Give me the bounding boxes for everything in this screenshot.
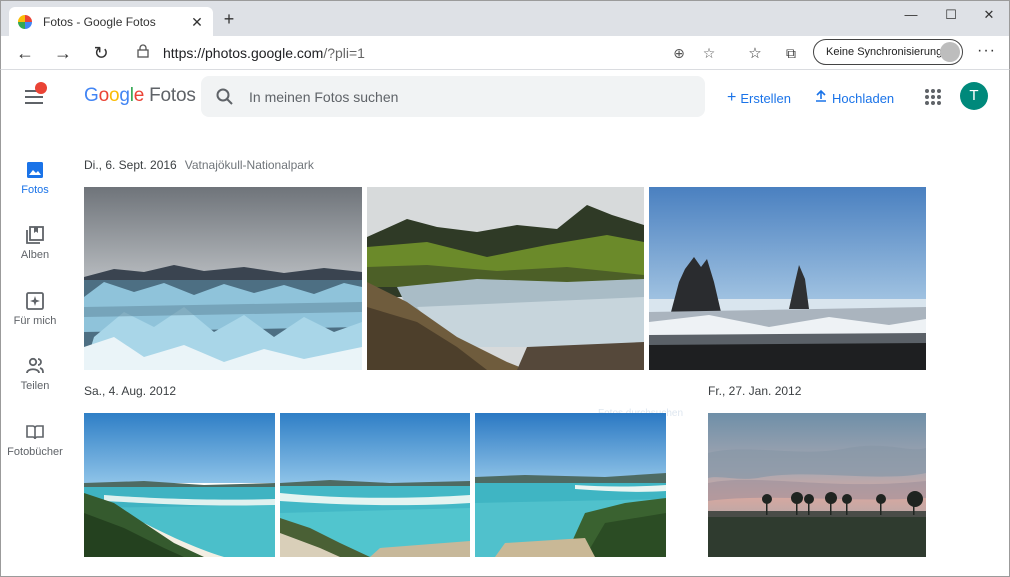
browser-tab[interactable]: Fotos - Google Fotos ✕: [9, 7, 213, 37]
plus-icon: +: [727, 89, 737, 106]
user-avatar[interactable]: T: [960, 82, 988, 110]
add-page-icon[interactable]: ⊕: [669, 43, 689, 63]
photobook-icon: [25, 422, 45, 442]
sidebar-item-label: Für mich: [13, 315, 57, 327]
search-input[interactable]: In meinen Fotos suchen: [249, 89, 398, 105]
browser-toolbar: ← → ↻ https://photos.google.com/?pli=1 ⊕…: [0, 36, 1010, 70]
browser-tab-bar: Fotos - Google Fotos ✕ + — ☐ ✕: [0, 0, 1010, 37]
date-header: Sa., 4. Aug. 2012: [84, 384, 176, 398]
upload-label: Hochladen: [832, 91, 895, 106]
logo-letter: g: [119, 85, 130, 106]
google-apps-icon[interactable]: [925, 89, 941, 105]
photo-sea-stacks[interactable]: [649, 187, 926, 370]
logo-letter: e: [133, 85, 145, 106]
sidebar-item-fotos[interactable]: Fotos: [0, 160, 70, 196]
logo-letter: G: [84, 85, 99, 106]
logo-product: Fotos: [149, 85, 196, 106]
sidebar-item-label: Fotobücher: [7, 446, 63, 458]
profile-avatar: [940, 42, 960, 62]
tab-close-icon[interactable]: ✕: [189, 14, 205, 31]
sharing-icon: [25, 356, 45, 376]
date-header: Fr., 27. Jan. 2012: [708, 384, 801, 398]
photo-icon: [25, 160, 45, 180]
photo-glacier-lagoon[interactable]: [84, 187, 362, 370]
search-box[interactable]: In meinen Fotos suchen: [201, 76, 705, 117]
logo-letter: o: [98, 85, 110, 106]
sidebar-item-label: Fotos: [21, 184, 49, 196]
upload-button[interactable]: Hochladen: [814, 89, 894, 108]
sync-label: Keine Synchronisierung: [826, 46, 943, 58]
sidebar-item-fuer-mich[interactable]: Für mich: [0, 291, 70, 327]
location-label[interactable]: Vatnajökull-Nationalpark: [185, 158, 314, 172]
back-icon[interactable]: ←: [13, 41, 37, 65]
window-close-icon[interactable]: ✕: [969, 5, 1009, 25]
address-bar[interactable]: https://photos.google.com/?pli=1 ⊕ ☆: [129, 39, 729, 67]
lock-icon: [137, 43, 153, 63]
for-you-icon: [25, 291, 45, 311]
url-text: https://photos.google.com/?pli=1: [163, 45, 669, 61]
upload-icon: [814, 89, 828, 108]
app-header: Google Fotos In meinen Fotos suchen + Erst…: [0, 70, 1010, 128]
tab-title: Fotos - Google Fotos: [43, 15, 156, 29]
forward-icon[interactable]: →: [51, 41, 75, 65]
date-label: Fr., 27. Jan. 2012: [708, 384, 802, 398]
album-icon: [25, 225, 45, 245]
photo-beach-2[interactable]: [280, 413, 470, 557]
photo-beach-3[interactable]: [475, 413, 666, 557]
sidebar-item-fotobuecher[interactable]: Fotobücher: [0, 422, 70, 458]
more-options-icon[interactable]: ···: [977, 42, 996, 60]
new-tab-icon[interactable]: +: [219, 9, 239, 29]
url-host: https://photos.google.com: [163, 45, 324, 61]
notification-dot: [35, 82, 47, 94]
favorite-star-icon[interactable]: ☆: [699, 43, 719, 63]
url-path: /?pli=1: [323, 45, 365, 61]
create-button[interactable]: + Erstellen: [727, 89, 791, 107]
collections-icon[interactable]: ⧉: [779, 41, 803, 65]
sidebar-item-teilen[interactable]: Teilen: [0, 356, 70, 392]
sidebar-item-label: Teilen: [20, 380, 50, 392]
sidebar-item-alben[interactable]: Alben: [0, 225, 70, 261]
search-icon: [215, 87, 235, 107]
minimize-icon[interactable]: —: [891, 5, 931, 25]
sidebar-item-label: Alben: [20, 249, 50, 261]
maximize-icon[interactable]: ☐: [931, 5, 971, 25]
google-photos-favicon-icon: [17, 14, 33, 30]
date-label: Di., 6. Sept. 2016: [84, 158, 177, 172]
favorites-icon[interactable]: ☆: [743, 41, 767, 65]
photo-beach-1[interactable]: [84, 413, 275, 557]
google-photos-logo[interactable]: Google Fotos: [84, 85, 196, 107]
create-label: Erstellen: [740, 90, 791, 106]
date-label: Sa., 4. Aug. 2012: [84, 384, 177, 398]
reload-icon[interactable]: ↻: [89, 41, 113, 65]
photo-sunset-trees[interactable]: [708, 413, 926, 557]
sync-button[interactable]: Keine Synchronisierung: [813, 39, 963, 65]
date-header: Di., 6. Sept. 2016 Vatnajökull-Nationalpa…: [84, 158, 314, 172]
logo-letter: o: [108, 85, 120, 106]
photo-glacier-mountains[interactable]: [367, 187, 644, 370]
